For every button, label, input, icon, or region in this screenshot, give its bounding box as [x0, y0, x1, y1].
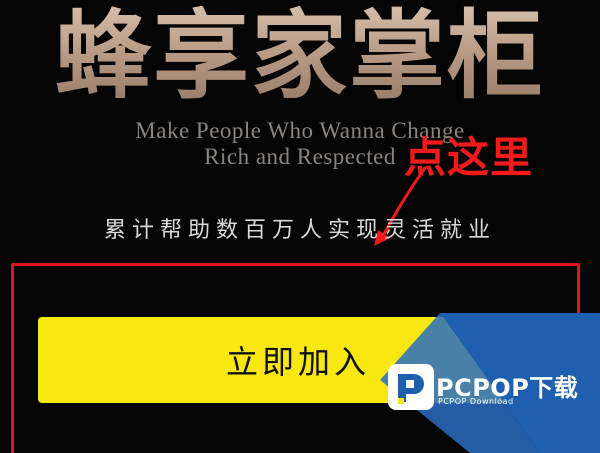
- pcpop-logo-icon: [388, 364, 434, 410]
- watermark-subtitle: PCPOP Download: [438, 397, 514, 406]
